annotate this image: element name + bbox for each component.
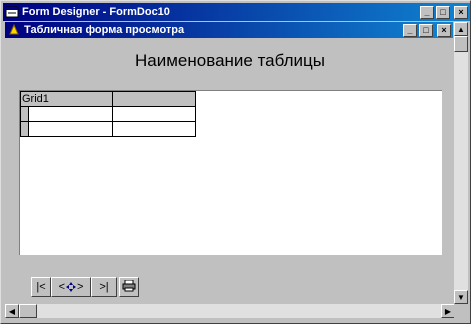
data-grid[interactable]: Grid1 (20, 91, 196, 137)
cursor-move-icon (66, 282, 76, 292)
grid-cell[interactable] (112, 106, 196, 122)
grid-cell[interactable] (28, 121, 113, 137)
close-button[interactable]: × (454, 5, 468, 19)
row-selector[interactable] (20, 121, 29, 137)
grid-cell[interactable] (112, 121, 196, 137)
app-title: Form Designer - FormDoc10 (22, 6, 170, 18)
horizontal-scroll-thumb[interactable] (19, 304, 37, 318)
prev-record-label: < (58, 281, 65, 293)
vertical-scroll-thumb[interactable] (454, 36, 468, 52)
prev-next-record-button[interactable]: < > (51, 277, 91, 297)
page-title: Наименование таблицы (135, 51, 325, 70)
child-title: Табличная форма просмотра (24, 24, 185, 36)
scroll-down-button[interactable]: ▼ (454, 290, 468, 304)
horizontal-scrollbar[interactable]: ◀ ▶ (5, 304, 455, 318)
app-titlebar[interactable]: Form Designer - FormDoc10 _ □ × (3, 3, 470, 21)
table-row[interactable] (20, 106, 196, 122)
scroll-right-button[interactable]: ▶ (441, 304, 455, 318)
vertical-scrollbar[interactable]: ▲ ▼ (454, 22, 468, 304)
print-button[interactable] (119, 277, 139, 297)
next-record-label: > (77, 281, 84, 293)
table-row[interactable] (20, 121, 196, 137)
scrollbar-corner (454, 304, 468, 318)
child-maximize-button[interactable]: □ (419, 23, 433, 37)
child-titlebar[interactable]: Табличная форма просмотра _ □ × (5, 22, 453, 38)
scroll-up-button[interactable]: ▲ (454, 22, 468, 36)
child-close-button[interactable]: × (437, 23, 451, 37)
scroll-left-button[interactable]: ◀ (5, 304, 19, 318)
first-record-button[interactable]: |< (31, 277, 51, 297)
grid-column-header[interactable] (112, 91, 196, 107)
form-icon (7, 23, 21, 37)
form-client-area: Наименование таблицы Grid1 |< < > >| (5, 39, 455, 303)
grid-container[interactable]: Grid1 (19, 90, 442, 255)
minimize-button[interactable]: _ (420, 5, 434, 19)
grid-caption: Grid1 (20, 91, 113, 107)
record-navigator: |< < > >| (31, 277, 139, 297)
printer-icon (122, 279, 136, 295)
last-record-button[interactable]: >| (91, 277, 117, 297)
child-minimize-button[interactable]: _ (403, 23, 417, 37)
form-designer-icon (5, 5, 19, 19)
grid-cell[interactable] (28, 106, 113, 122)
maximize-button[interactable]: □ (436, 5, 450, 19)
row-selector[interactable] (20, 106, 29, 122)
form-designer-window: Form Designer - FormDoc10 _ □ × Таблична… (0, 0, 471, 324)
